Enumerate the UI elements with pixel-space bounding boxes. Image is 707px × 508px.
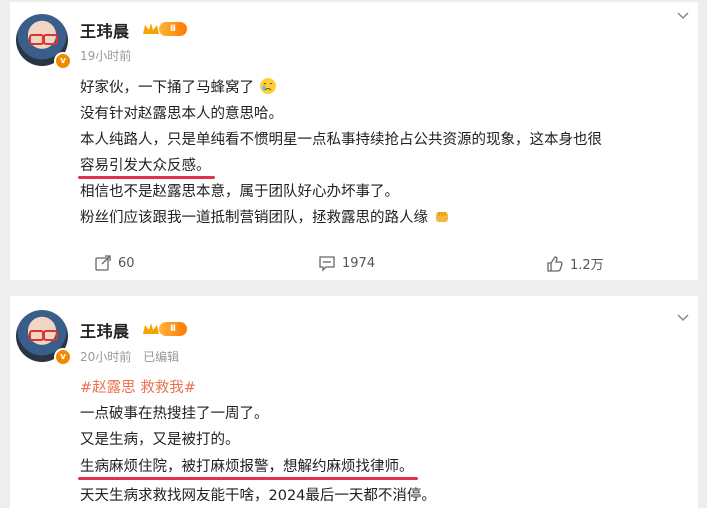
chevron-down-icon[interactable] [676, 8, 690, 22]
crying-emoji-icon [259, 78, 276, 94]
comment-button[interactable]: 1974 [318, 254, 375, 272]
username[interactable]: 王玮晨 [80, 18, 130, 42]
username[interactable]: 王玮晨 [80, 318, 130, 342]
verified-badge-icon: v [54, 348, 72, 366]
post-card-1: v 王玮晨 Ⅱ 19小时前 好家伙，一下捅了马蜂窝了 没有针对赵露思本人的意思哈… [10, 2, 698, 280]
share-icon [95, 255, 111, 271]
post-line: 没有针对赵露思本人的意思哈。 [80, 106, 283, 122]
post-time: 20小时前 [80, 350, 132, 364]
topic-link[interactable]: #赵露思 救救我# [80, 376, 196, 397]
post-time: 19小时前 [80, 49, 132, 63]
edited-label: 已编辑 [143, 350, 180, 364]
post-meta: 19小时前 [80, 47, 139, 64]
crown-icon [143, 23, 159, 34]
post-line-highlighted: 容易引发大众反感。 [78, 154, 214, 179]
post-card-2: v 王玮晨 Ⅱ 20小时前 已编辑 #赵露思 救救我# 一点破事在热搜挂了一周了… [10, 296, 698, 508]
post-line: 本人纯路人，只是单纯看不惯明星一点私事持续抢占公共资源的现象，这本身也很 [80, 132, 602, 148]
fist-emoji-icon [435, 212, 448, 222]
post-meta: 20小时前 已编辑 [80, 348, 187, 365]
level-badge: Ⅱ [159, 22, 187, 36]
post-line: 又是生病，又是被打的。 [80, 432, 240, 448]
post-actions: 60 1974 1.2万 [10, 254, 698, 276]
comment-icon [319, 256, 335, 272]
post-line: 一点破事在热搜挂了一周了。 [80, 406, 269, 422]
chevron-down-icon[interactable] [676, 310, 690, 324]
post-line: 天天生病求救找网友能干啥，2024最后一天都不消停。 [80, 488, 436, 504]
post-line-highlighted: 生病麻烦住院，被打麻烦报警，想解约麻烦找律师。 [78, 455, 417, 480]
post-line: 好家伙，一下捅了马蜂窝了 [80, 76, 277, 97]
share-button[interactable]: 60 [94, 254, 135, 272]
verified-badge-icon: v [54, 52, 72, 70]
level-badge: Ⅱ [159, 322, 187, 336]
post-line: 粉丝们应该跟我一道抵制营销团队，拯救露思的路人缘 [80, 206, 451, 227]
crown-icon [143, 323, 159, 334]
thumbs-up-icon [547, 255, 563, 272]
post-line: 相信也不是赵露思本意，属于团队好心办坏事了。 [80, 184, 399, 200]
like-button[interactable]: 1.2万 [546, 254, 604, 273]
